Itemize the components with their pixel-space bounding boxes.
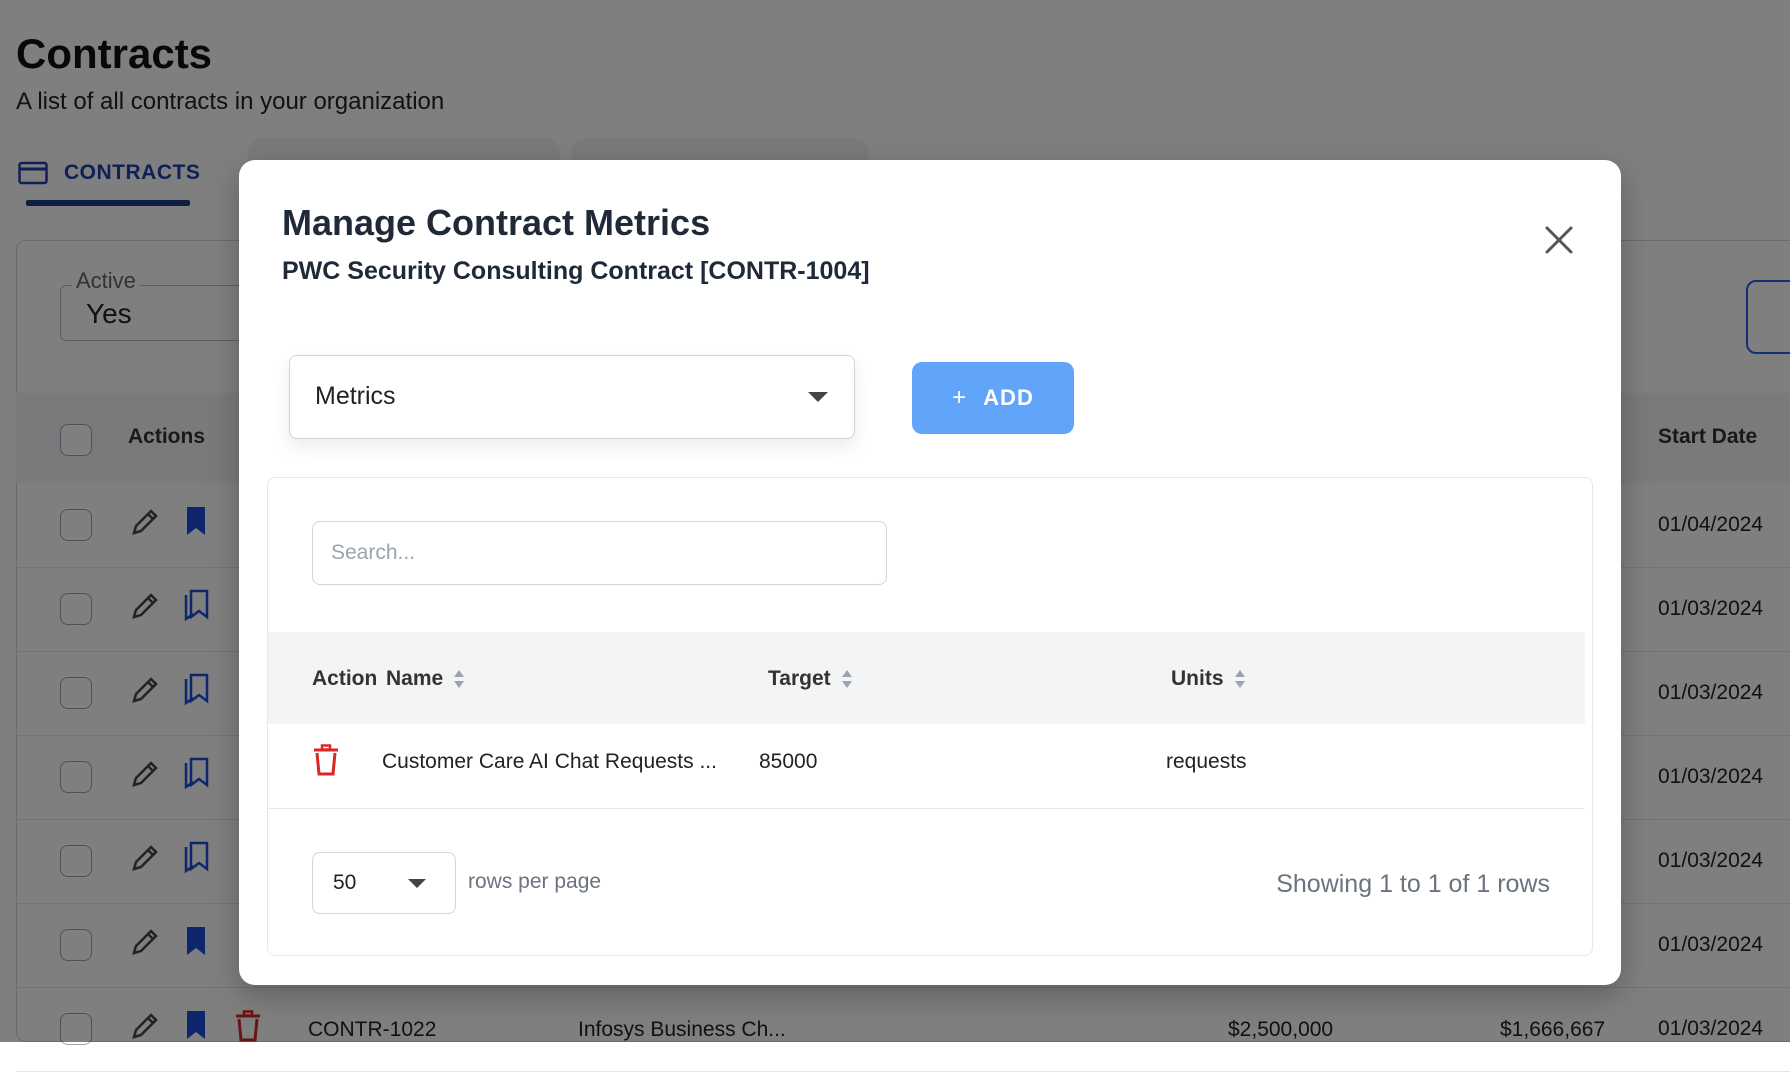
metric-select[interactable]: Metrics [289, 355, 855, 439]
rows-per-page-value: 50 [333, 871, 357, 894]
metric-target: 85000 [759, 750, 818, 773]
manage-metrics-modal: Manage Contract Metrics PWC Security Con… [239, 160, 1621, 985]
search-input[interactable] [312, 521, 887, 585]
target-column-header[interactable]: Target [768, 667, 853, 691]
modal-subtitle: PWC Security Consulting Contract [CONTR-… [282, 257, 870, 285]
rows-per-page-select[interactable]: 50 [312, 852, 456, 914]
target-column-label: Target [768, 667, 831, 690]
add-metric-button[interactable]: + ADD [912, 362, 1074, 434]
plus-icon: + [952, 384, 968, 411]
metric-select-value: Metrics [315, 382, 396, 410]
close-button[interactable] [1539, 220, 1579, 260]
pagination-summary: Showing 1 to 1 of 1 rows [1276, 870, 1550, 898]
metric-units: requests [1166, 750, 1247, 773]
caret-down-icon [408, 879, 426, 888]
metrics-table-header: Action Name Target Units [268, 632, 1585, 724]
units-column-header[interactable]: Units [1171, 667, 1246, 691]
add-button-label: ADD [983, 385, 1034, 410]
close-icon [1545, 226, 1573, 254]
units-column-label: Units [1171, 667, 1224, 690]
trash-icon[interactable] [313, 744, 339, 776]
table-row: Customer Care AI Chat Requests ... 85000… [268, 724, 1585, 809]
sort-icon [1234, 670, 1245, 688]
modal-title: Manage Contract Metrics [282, 202, 711, 243]
name-column-header[interactable]: Name [386, 667, 465, 691]
caret-down-icon [808, 392, 828, 402]
sort-icon [454, 670, 465, 688]
metric-name: Customer Care AI Chat Requests ... [382, 750, 717, 773]
sort-icon [841, 670, 852, 688]
rows-per-page-label: rows per page [468, 870, 602, 893]
name-column-label: Name [386, 667, 444, 690]
metrics-table-card: Action Name Target Units [267, 477, 1593, 956]
action-column-header: Action [312, 667, 378, 691]
action-column-label: Action [312, 667, 378, 690]
